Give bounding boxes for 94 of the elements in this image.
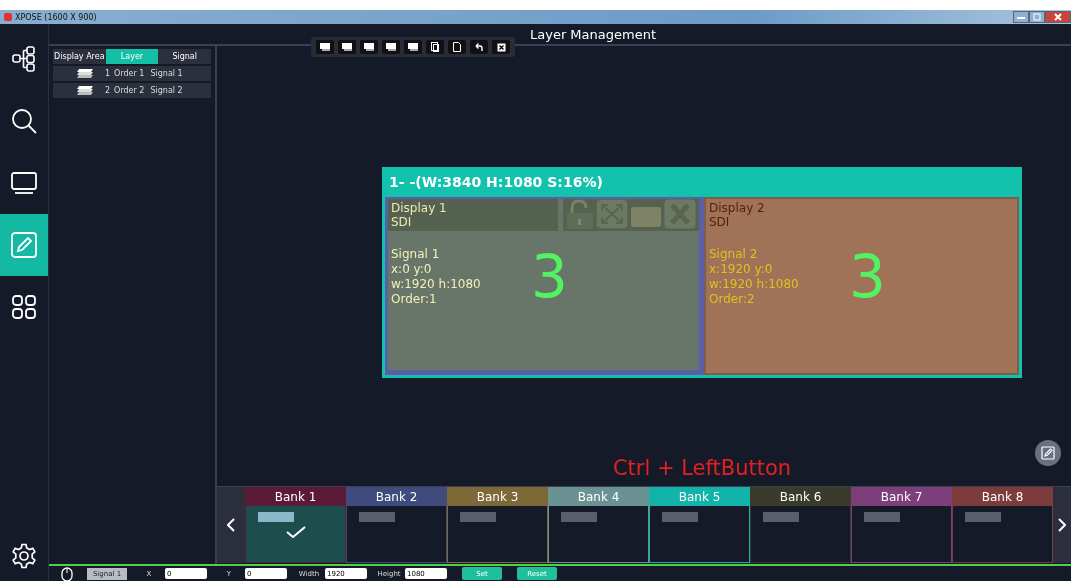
bank-slot — [258, 512, 294, 522]
layer-icon — [320, 43, 330, 51]
bank-slot — [359, 512, 395, 522]
toolbar-button[interactable] — [404, 40, 422, 54]
layer-index: 1 — [105, 69, 111, 78]
bank-card[interactable]: Bank 2 — [346, 487, 447, 563]
toolbar-button[interactable] — [470, 40, 488, 54]
settings-icon — [11, 543, 37, 569]
chevron-left-icon — [227, 518, 235, 532]
display-name: Display 2 — [709, 201, 766, 215]
bank-slot — [662, 512, 698, 522]
bank-slot — [864, 512, 900, 522]
layer-count: 3 — [531, 247, 568, 307]
tab[interactable]: Display Area — [53, 49, 106, 64]
bank-slot — [763, 512, 799, 522]
monitor-icon — [11, 172, 37, 194]
signal-order: Order:2 — [709, 292, 756, 307]
undo-icon — [475, 43, 483, 51]
bank-label: Bank 1 — [246, 487, 345, 506]
check-icon — [285, 526, 306, 538]
close-icon — [496, 42, 506, 52]
display-name: Display 1 — [391, 201, 448, 215]
bank-label: Bank 8 — [953, 487, 1052, 506]
layer-count: 3 — [849, 247, 886, 307]
signal-position: x:0 y:0 — [391, 262, 433, 277]
edit-icon — [11, 232, 37, 258]
toolbar-button[interactable] — [316, 40, 334, 54]
layer-signal: Signal 2 — [150, 86, 183, 95]
next-button[interactable] — [1053, 487, 1071, 563]
bank-label: Bank 5 — [650, 487, 749, 506]
screen-title: 1- -(W:3840 H:1080 S:16%) — [388, 173, 604, 192]
maximize-icon — [1032, 13, 1042, 21]
tab[interactable]: Signal — [158, 49, 211, 64]
layer-row[interactable]: 1 Order 1 Signal 1 — [53, 66, 211, 81]
layer-row[interactable]: 2 Order 2 Signal 2 — [53, 83, 211, 98]
toolbar-button[interactable] — [492, 40, 510, 54]
layer-icon — [408, 43, 418, 51]
close-button[interactable] — [1045, 11, 1071, 23]
layer-order: Order 1 — [114, 69, 145, 78]
expand-icon — [596, 199, 628, 229]
bank-slot — [561, 512, 597, 522]
bank-card[interactable]: Bank 6 — [750, 487, 851, 563]
signal-position: x:1920 y:0 — [709, 262, 774, 277]
layer-index: 2 — [105, 86, 111, 95]
layers-icon — [75, 68, 95, 79]
topology-icon — [12, 46, 36, 72]
signal-size: w:1920 h:1080 — [391, 277, 482, 292]
mouse-icon — [61, 566, 73, 581]
edit-button[interactable] — [1035, 440, 1061, 466]
bank-card[interactable]: Bank 7 — [851, 487, 952, 563]
lock-icon — [566, 199, 594, 229]
bank-label: Bank 2 — [347, 487, 446, 506]
toolbar-button[interactable] — [426, 40, 444, 54]
chevron-right-icon — [1058, 518, 1066, 532]
minimize-button[interactable] — [1013, 11, 1029, 23]
signal-order: Order:1 — [391, 292, 438, 307]
layer-icon — [342, 43, 352, 51]
bank-label: Bank 3 — [448, 487, 547, 506]
bank-card[interactable]: Bank 1 — [245, 487, 346, 563]
layer-signal: Signal 1 — [150, 69, 183, 78]
bank-slot — [460, 512, 496, 522]
display-area[interactable]: Display 1 SDI Signal 1 x:0 y:0 w:1920 h:1080 Order:1 3 — [385, 197, 704, 375]
display-type: SDI — [391, 215, 413, 229]
signal-name: Signal 2 — [709, 247, 759, 262]
bank-card[interactable]: Bank 8 — [952, 487, 1053, 563]
layer-order: Order 2 — [114, 86, 145, 95]
search-icon — [11, 108, 37, 134]
page-title: Layer Management — [530, 26, 656, 42]
bank-label: Bank 6 — [751, 487, 850, 506]
signal-size: w:1920 h:1080 — [709, 277, 800, 292]
bank-card[interactable]: Bank 3 — [447, 487, 548, 563]
bank-label: Bank 7 — [852, 487, 951, 506]
toolbar-button[interactable] — [338, 40, 356, 54]
minimize-icon — [1016, 14, 1026, 20]
signal-name: Signal 1 — [391, 247, 441, 262]
toolbar-button[interactable] — [360, 40, 378, 54]
toolbar-button[interactable] — [448, 40, 466, 54]
layer-icon — [364, 43, 374, 51]
maximize-button[interactable] — [1029, 11, 1045, 23]
bank-label: Bank 4 — [549, 487, 648, 506]
toolbar-button[interactable] — [382, 40, 400, 54]
edit-icon — [1041, 446, 1055, 460]
layers-icon — [75, 85, 95, 96]
layer-icon — [386, 43, 396, 51]
bank-slot — [965, 512, 1001, 522]
close-icon — [1053, 13, 1063, 21]
window-title: XPOSE (1600 X 900) — [15, 12, 97, 22]
page-icon — [453, 42, 461, 52]
display-type: SDI — [709, 215, 731, 229]
app-icon — [4, 13, 12, 21]
close-icon — [664, 199, 696, 229]
copy-icon — [431, 42, 439, 52]
hint-text: Ctrl + LeftButton — [611, 456, 793, 480]
apps-icon — [12, 295, 36, 319]
